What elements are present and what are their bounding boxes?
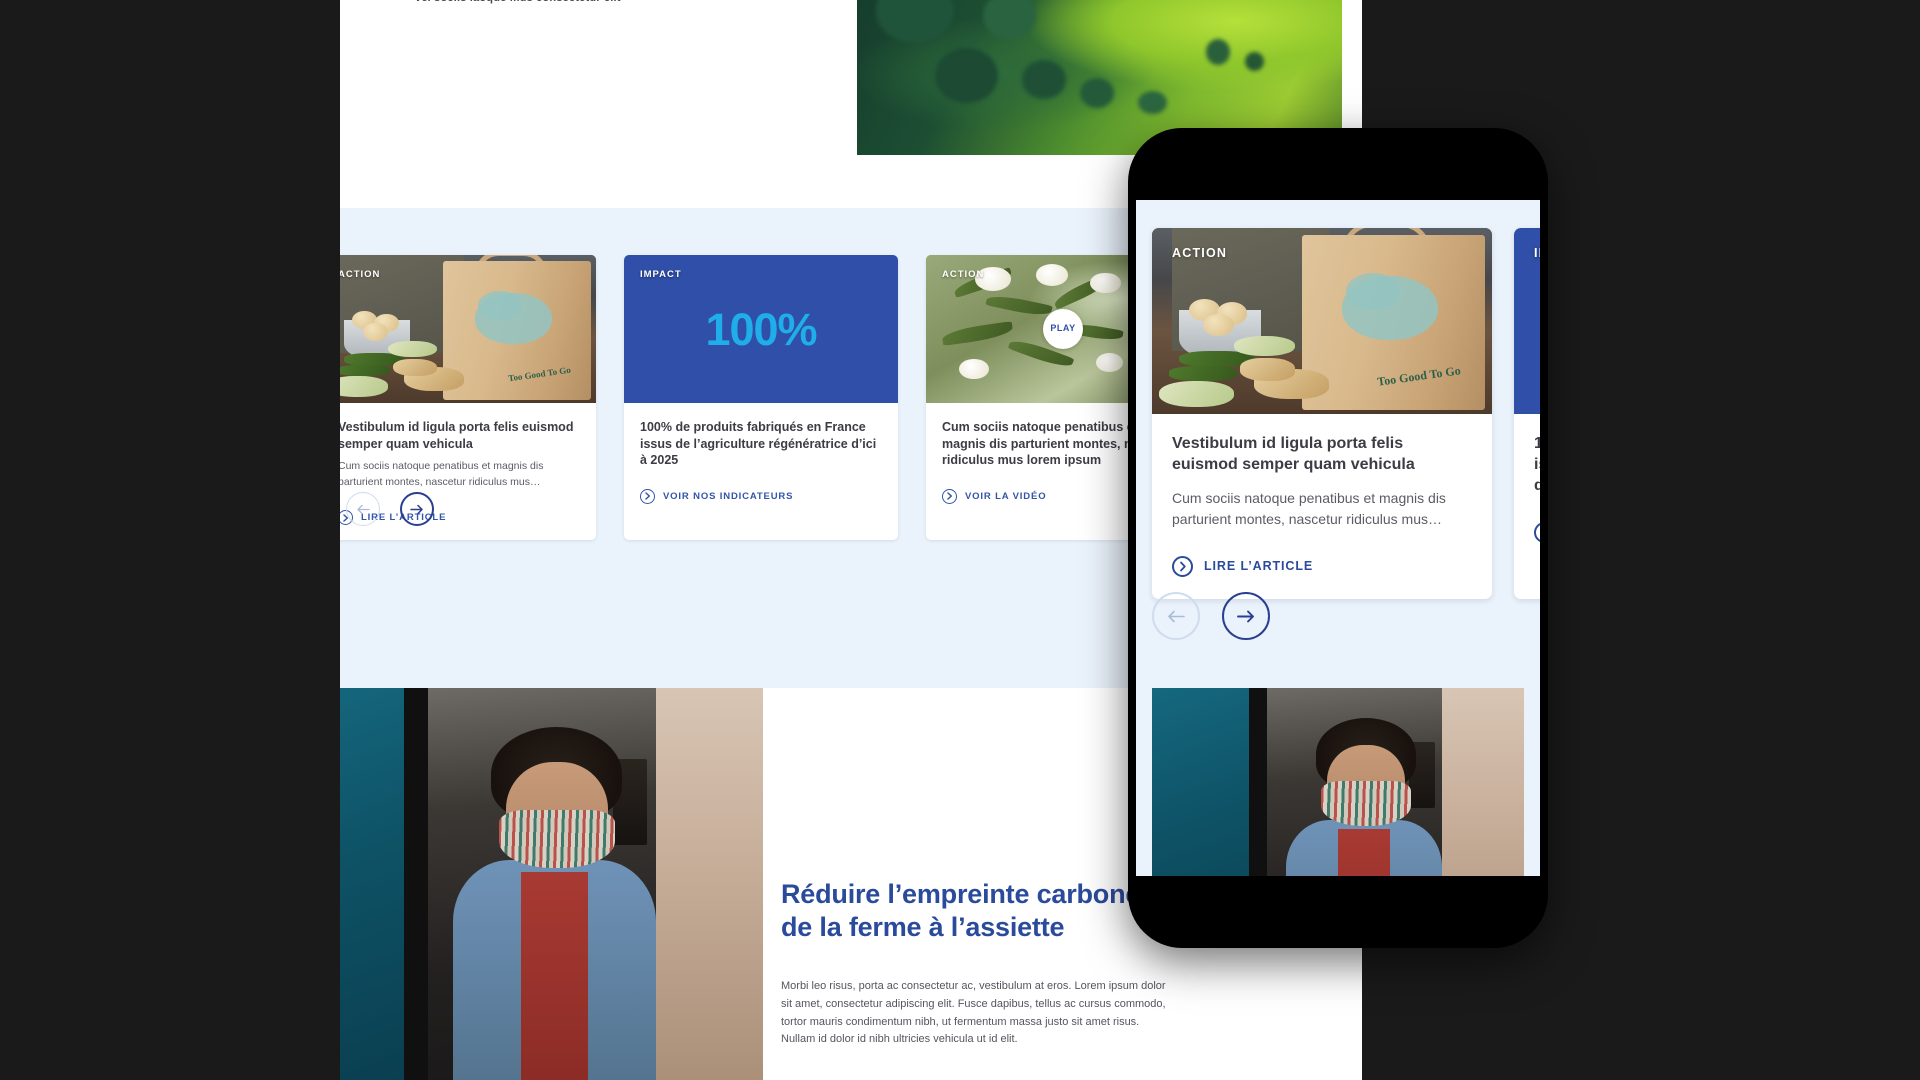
apron bbox=[1338, 829, 1391, 876]
card-media-stat: IMPACT 100% bbox=[624, 255, 898, 403]
corn-cob bbox=[1158, 380, 1234, 407]
tree-cluster bbox=[1080, 77, 1115, 108]
chevron-right-circle-icon bbox=[1172, 555, 1193, 577]
card-body: 100% de produits fabriqués en France iss… bbox=[624, 403, 898, 519]
play-button[interactable]: PLAY bbox=[1043, 309, 1083, 349]
card-cta-link[interactable]: LIRE L’ARTICLE bbox=[1172, 555, 1472, 577]
card-media-stat: IMPACT 100% bbox=[1514, 228, 1540, 414]
chevron-right-circle-icon bbox=[640, 488, 655, 504]
section-body: Morbi leo risus, porta ac consectetur ac… bbox=[781, 979, 1166, 1046]
tree-cluster bbox=[1021, 60, 1066, 100]
card-title: 100% de produits fabriqués en France iss… bbox=[1534, 435, 1540, 494]
carousel-next-button[interactable] bbox=[1222, 592, 1270, 640]
chevron-right-circle-icon bbox=[942, 488, 957, 504]
door-panel bbox=[340, 688, 405, 1080]
content-card[interactable]: IMPACT 100% 100% de produits fabriqués e… bbox=[1514, 228, 1540, 599]
carousel-prev-button[interactable] bbox=[346, 492, 380, 526]
card-title: Vestibulum id ligula porta felis euismod… bbox=[340, 420, 574, 451]
content-card[interactable]: IMPACT 100% 100% de produits fabriqués e… bbox=[624, 255, 898, 541]
card-cta-link[interactable]: VOIR NOS INDICATEURS bbox=[640, 488, 882, 504]
arrow-left-icon bbox=[357, 504, 370, 514]
bag-logo-leaf bbox=[1345, 272, 1401, 310]
bread-loaf bbox=[1240, 358, 1295, 381]
arrow-left-icon bbox=[1168, 610, 1185, 622]
mobile-carousel-nav bbox=[1152, 592, 1270, 640]
arrow-right-icon bbox=[1237, 610, 1254, 622]
card-cta-link[interactable]: VOIR NOS INDICATEURS bbox=[1534, 522, 1540, 544]
card-cta-label: VOIR LA VIDÉO bbox=[965, 490, 1047, 502]
blossom bbox=[1095, 352, 1124, 372]
blossom bbox=[958, 358, 989, 380]
card-category-tag: ACTION bbox=[340, 269, 381, 280]
shopkeeper-image bbox=[1152, 688, 1524, 876]
cucumber bbox=[1169, 365, 1237, 381]
section-title: Réduire l’empreinte carbone de la ferme … bbox=[781, 879, 1141, 942]
stucco-wall bbox=[656, 688, 763, 1080]
bag-logo-leaf bbox=[478, 290, 523, 321]
card-category-tag: IMPACT bbox=[640, 269, 682, 280]
carousel-nav bbox=[346, 492, 434, 526]
stat-value: 100% bbox=[705, 303, 817, 355]
card-category-tag: ACTION bbox=[1172, 246, 1228, 260]
card-title: Vestibulum id ligula porta felis euismod… bbox=[1172, 435, 1415, 473]
shopkeeper-image-inner bbox=[1152, 688, 1524, 876]
card-cta-label: VOIR NOS INDICATEURS bbox=[663, 490, 794, 502]
tree-cluster bbox=[1206, 38, 1231, 65]
card-description: Cum sociis natoque penatibus et magnis d… bbox=[1172, 489, 1446, 527]
shopkeeper-image bbox=[340, 688, 763, 1080]
cucumber bbox=[340, 364, 391, 377]
blossom bbox=[1090, 272, 1121, 294]
phone-screen: Too Good To Go ACTION Vestibulum id ligu… bbox=[1136, 200, 1540, 876]
plaid-face-mask bbox=[498, 809, 616, 869]
bread-loaf bbox=[393, 358, 438, 377]
card-body: 100% de produits fabriqués en France iss… bbox=[1514, 414, 1540, 565]
corn-cob bbox=[1233, 335, 1295, 357]
card-description: Cum sociis natoque penatibus et magnis d… bbox=[340, 460, 544, 488]
mobile-card-list: Too Good To Go ACTION Vestibulum id ligu… bbox=[1152, 228, 1540, 599]
card-media: Too Good To Go ACTION bbox=[1152, 228, 1492, 414]
door-panel bbox=[1152, 688, 1249, 876]
onion bbox=[1203, 313, 1234, 336]
apron bbox=[520, 872, 589, 1080]
content-card[interactable]: Too Good To Go ACTION Vestibulum id ligu… bbox=[1152, 228, 1492, 599]
corn-cob bbox=[387, 340, 438, 358]
bottom-text-block: Réduire l’empreinte carbone de la ferme … bbox=[781, 878, 1173, 1049]
stucco-wall bbox=[1442, 688, 1524, 876]
desktop-card-list: Too Good To Go ACTION Vestibulum id ligu… bbox=[340, 255, 1200, 541]
onion bbox=[363, 323, 388, 341]
chevron-right-circle-icon bbox=[1534, 522, 1540, 544]
clipped-heading-text: vel sociis laoque mus consectetur elit bbox=[415, 0, 621, 4]
arrow-right-icon bbox=[410, 504, 423, 514]
card-category-tag: ACTION bbox=[942, 269, 985, 280]
card-title: 100% de produits fabriqués en France iss… bbox=[640, 420, 877, 467]
tree-cluster bbox=[934, 47, 998, 104]
card-media: Too Good To Go ACTION bbox=[340, 255, 596, 403]
carousel-next-button[interactable] bbox=[400, 492, 434, 526]
corn-cob bbox=[340, 376, 388, 398]
card-cta-label: LIRE L’ARTICLE bbox=[1204, 559, 1314, 574]
door-edge bbox=[1248, 688, 1268, 876]
screenshot-canvas: vel sociis laoque mus consectetur elit bbox=[0, 0, 1920, 1080]
card-body: Vestibulum id ligula porta felis euismod… bbox=[1152, 414, 1492, 599]
card-category-tag: IMPACT bbox=[1534, 246, 1540, 260]
phone-mockup: Too Good To Go ACTION Vestibulum id ligu… bbox=[1128, 128, 1548, 948]
plaid-face-mask bbox=[1321, 781, 1411, 826]
carousel-prev-button[interactable] bbox=[1152, 592, 1200, 640]
door-edge bbox=[404, 688, 429, 1080]
